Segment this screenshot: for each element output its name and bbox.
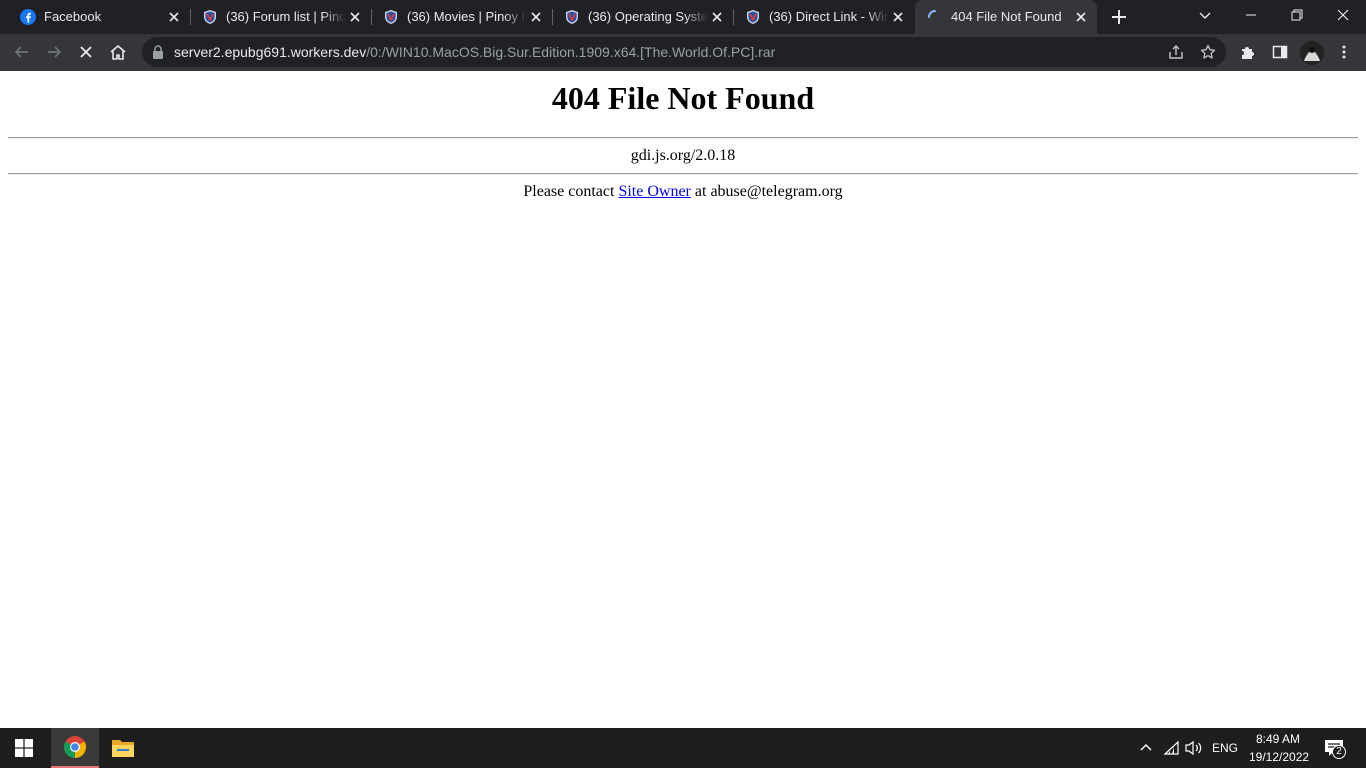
contact-line: Please contact Site Owner at abuse@teleg… [0,183,1366,201]
kebab-menu-icon [1342,45,1346,59]
tab-title: (36) Forum list | Pinoy Internet [226,9,346,24]
tab-movies[interactable]: (36) Movies | Pinoy Internet [371,0,553,34]
divider [8,137,1358,139]
notification-center-button[interactable]: 2 [1320,736,1348,760]
star-icon[interactable] [1200,44,1216,60]
clock-time[interactable]: 8:49 AM [1256,732,1300,746]
chrome-icon [64,736,86,758]
chevron-up-icon[interactable] [1139,741,1153,755]
forward-button[interactable] [42,40,66,64]
language-indicator[interactable]: ENG [1212,741,1238,755]
notification-badge: 2 [1332,745,1346,759]
volume-icon[interactable] [1185,740,1203,756]
tab-title: (36) Direct Link - Windows [769,9,889,24]
restore-button[interactable] [1274,0,1320,30]
taskbar-chrome[interactable] [51,728,99,768]
pinoy-shield-icon [747,10,759,24]
url-text[interactable]: server2.epubg691.workers.dev/0:/WIN10.Ma… [174,44,775,60]
back-button[interactable] [10,40,34,64]
tab-title: Facebook [44,9,102,24]
arrow-left-icon [14,46,28,58]
contact-prefix: Please contact [523,183,619,200]
start-button[interactable] [0,728,48,768]
url-host: server2.epubg691.workers.dev [174,44,367,60]
tab-facebook[interactable]: Facebook [8,0,191,34]
address-bar[interactable]: server2.epubg691.workers.dev/0:/WIN10.Ma… [142,37,1226,67]
share-icon[interactable] [1168,44,1184,60]
close-icon[interactable] [166,9,182,25]
url-path: /0:/WIN10.MacOS.Big.Sur.Edition.1909.x64… [366,44,776,60]
avatar-image [1300,41,1324,65]
side-panel-icon [1272,45,1288,59]
tab-title: (36) Operating Systems [588,9,708,24]
network-icon[interactable] [1163,740,1181,756]
pinoy-shield-icon [204,10,216,24]
profile-avatar[interactable] [1300,41,1324,65]
pinoy-shield-icon [385,10,397,24]
browser-toolbar: server2.epubg691.workers.dev/0:/WIN10.Ma… [0,34,1366,71]
tab-search-button[interactable] [1182,0,1228,30]
close-window-button[interactable] [1320,0,1366,30]
tab-direct-link[interactable]: (36) Direct Link - Windows [733,0,914,34]
close-icon[interactable] [709,9,725,25]
chevron-down-icon [1199,12,1211,19]
page-title: 404 File Not Found [551,80,815,116]
close-icon[interactable] [890,9,906,25]
minimize-icon [1246,14,1256,16]
tab-title: (36) Movies | Pinoy Internet [407,9,527,24]
contact-suffix: at abuse@telegram.org [690,183,843,200]
menu-button[interactable] [1332,40,1356,64]
stop-loading-button[interactable] [74,40,98,64]
close-icon[interactable] [1073,9,1089,25]
new-tab-plus-icon[interactable] [1108,6,1130,28]
tab-forum-list[interactable]: (36) Forum list | Pinoy Internet [190,0,372,34]
divider [8,173,1358,175]
clock-date[interactable]: 19/12/2022 [1249,750,1309,764]
lock-icon[interactable] [152,45,164,59]
tab-404-active[interactable]: 404 File Not Found [915,0,1097,34]
arrow-right-icon [48,46,62,58]
facebook-icon [20,9,36,25]
restore-icon [1291,9,1303,21]
windows-logo-icon [15,739,33,757]
extensions-button[interactable] [1236,40,1260,64]
side-panel-button[interactable] [1268,40,1292,64]
close-icon[interactable] [528,9,544,25]
tab-strip: Facebook (36) Forum list | Pinoy Interne… [0,0,1366,34]
stop-x-icon [80,46,92,58]
site-owner-link[interactable]: Site Owner [618,183,690,200]
close-icon [1337,9,1349,21]
puzzle-icon [1242,47,1254,59]
loading-spinner-icon [928,10,936,18]
home-button[interactable] [106,40,130,64]
page-content: 404 File Not Found gdi.js.org/2.0.18 Ple… [0,71,1366,728]
home-icon [110,45,126,60]
close-icon[interactable] [347,9,363,25]
server-version: gdi.js.org/2.0.18 [630,147,736,164]
folder-icon [112,740,134,757]
tab-operating-systems[interactable]: (36) Operating Systems [552,0,734,34]
minimize-button[interactable] [1228,0,1274,30]
windows-taskbar: ENG 8:49 AM 19/12/2022 2 [0,728,1366,768]
pinoy-shield-icon [566,10,578,24]
tab-title: 404 File Not Found [951,9,1062,24]
taskbar-file-explorer[interactable] [99,728,147,768]
